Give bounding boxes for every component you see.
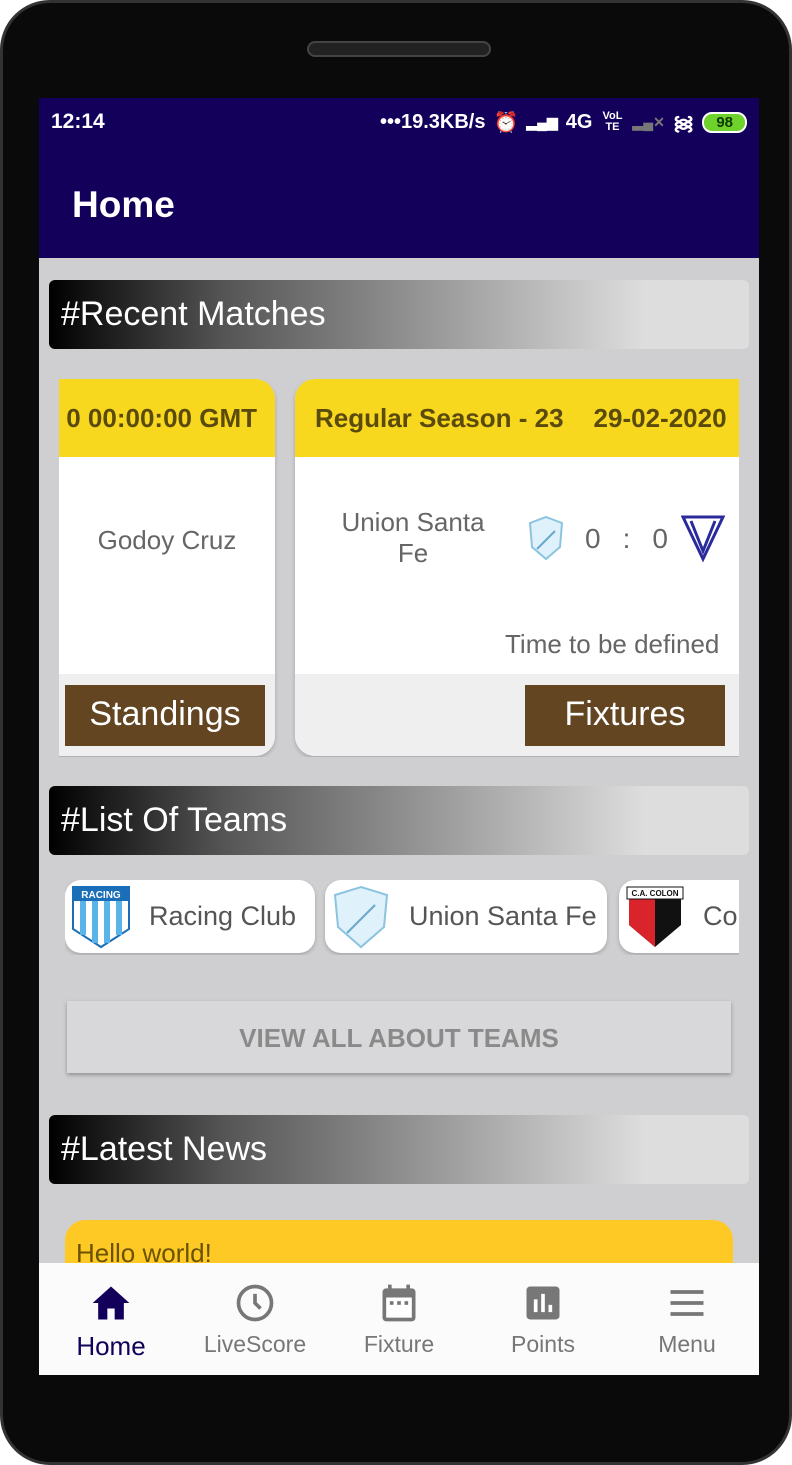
team-chip-racing-club[interactable]: RACING Racing Club — [65, 880, 315, 953]
clock-icon — [236, 1284, 274, 1322]
volte-icon: VoLTE — [602, 110, 623, 133]
home-score: 0 — [585, 523, 601, 554]
team-name: Union Santa Fe — [409, 901, 597, 931]
wifi-icon: ᯼ — [672, 112, 695, 135]
match-round: Regular Season - 23 — [315, 403, 564, 433]
nav-points[interactable]: Points — [471, 1263, 615, 1375]
nav-label: Home — [76, 1331, 146, 1361]
nav-home[interactable]: Home — [39, 1263, 183, 1375]
recent-matches-carousel[interactable]: 0 00:00:00 GMT Godoy Cruz Standings Regu… — [59, 379, 739, 757]
team-chip-union-santa-fe[interactable]: Union Santa Fe — [325, 880, 607, 953]
nav-menu[interactable]: Menu — [615, 1263, 759, 1375]
alarm-icon: ⏰ — [493, 111, 519, 134]
bottom-navigation: Home LiveScore Fixture Points Menu — [39, 1263, 759, 1375]
network-type: 4G — [565, 110, 593, 133]
racing-logo-text: RACING — [81, 890, 121, 901]
section-latest-news: #Latest News — [49, 1115, 749, 1184]
match-card[interactable]: 0 00:00:00 GMT Godoy Cruz Standings — [59, 379, 275, 756]
team-chip-colon[interactable]: C.A. COLON Colon — [619, 880, 739, 953]
nav-livescore[interactable]: LiveScore — [183, 1263, 327, 1375]
status-bar: 12:14 •••19.3KB/s ⏰ ▂▄▆ 4G VoLTE ▂▄✕ ᯼ 9… — [39, 98, 759, 146]
score: 0:0 — [585, 523, 668, 555]
nav-label: LiveScore — [203, 1331, 307, 1357]
racing-club-logo: RACING — [72, 885, 130, 948]
teams-carousel[interactable]: RACING Racing Club Union Santa Fe C.A. C… — [65, 880, 739, 955]
section-list-of-teams: #List Of Teams — [49, 786, 749, 855]
team-name: Colon — [703, 901, 739, 931]
nav-label: Fixture — [363, 1331, 435, 1357]
home-icon — [92, 1286, 130, 1320]
match-status: Time to be defined — [505, 629, 720, 659]
calendar-icon — [382, 1284, 416, 1322]
match-header: Regular Season - 23 29-02-2020 — [295, 379, 739, 457]
nav-fixture[interactable]: Fixture — [327, 1263, 471, 1375]
nav-label: Menu — [658, 1331, 716, 1357]
team-name: Racing Club — [149, 901, 297, 931]
standings-button[interactable]: Standings — [65, 685, 265, 746]
home-team: Godoy Cruz — [97, 525, 237, 555]
home-team: Union Santa Fe — [341, 507, 485, 568]
app-bar: Home — [39, 146, 759, 258]
page-title: Home — [72, 184, 175, 225]
nav-label: Points — [511, 1331, 575, 1357]
match-card[interactable]: Regular Season - 23 29-02-2020 Union Sant… — [295, 379, 739, 756]
velez-logo — [681, 515, 725, 563]
bar-chart-icon — [526, 1286, 560, 1320]
speaker-grille — [307, 41, 491, 57]
union-santa-fe-logo — [333, 885, 389, 948]
battery-icon: 98 — [702, 111, 747, 133]
fixtures-button[interactable]: Fixtures — [525, 685, 725, 746]
union-santa-fe-logo — [528, 515, 564, 561]
clock: 12:14 — [51, 110, 105, 133]
match-header: 0 00:00:00 GMT — [59, 379, 275, 457]
match-date: 29-02-2020 — [593, 403, 727, 433]
away-score: 0 — [652, 523, 668, 554]
colon-logo-text: C.A. COLON — [631, 889, 678, 898]
colon-logo: C.A. COLON — [626, 886, 684, 947]
score-separator: : — [622, 523, 631, 554]
view-all-teams-button[interactable]: VIEW ALL ABOUT TEAMS — [67, 1001, 731, 1073]
signal-icon: ▂▄▆ — [526, 113, 558, 130]
phone-frame: 12:14 •••19.3KB/s ⏰ ▂▄▆ 4G VoLTE ▂▄✕ ᯼ 9… — [0, 0, 792, 1465]
network-speed: •••19.3KB/s — [379, 110, 486, 133]
signal-2-icon: ▂▄✕ — [632, 113, 665, 130]
screen: 12:14 •••19.3KB/s ⏰ ▂▄▆ 4G VoLTE ▂▄✕ ᯼ 9… — [39, 98, 759, 1375]
menu-icon — [670, 1290, 704, 1316]
section-recent-matches: #Recent Matches — [49, 280, 749, 349]
